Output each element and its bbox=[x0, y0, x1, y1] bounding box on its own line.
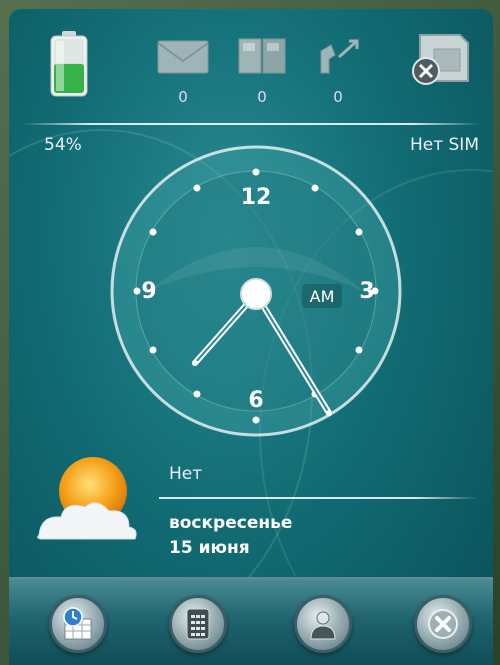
battery-icon[interactable] bbox=[49, 29, 89, 99]
close-icon bbox=[428, 609, 458, 639]
close-button[interactable] bbox=[414, 595, 472, 653]
voicemail-icon[interactable] bbox=[233, 33, 291, 81]
message-count: 0 bbox=[178, 88, 188, 106]
voicemail-count: 0 bbox=[257, 88, 267, 106]
clock-ampm: AM bbox=[310, 287, 335, 306]
calendar-icon bbox=[63, 607, 92, 640]
weather-divider bbox=[159, 497, 479, 499]
weather-status: Нет bbox=[169, 464, 203, 484]
sim-status: Нет SIM bbox=[409, 135, 479, 155]
bottom-dock bbox=[9, 577, 493, 665]
clock-numeral-6: 6 bbox=[248, 388, 263, 413]
date: 15 июня bbox=[169, 538, 250, 558]
clock-numeral-3: 3 bbox=[359, 279, 374, 304]
clock-numeral-12: 12 bbox=[241, 185, 272, 210]
partly-cloudy-icon[interactable] bbox=[31, 449, 143, 549]
phone-button[interactable] bbox=[169, 595, 227, 653]
clock-numeral-9: 9 bbox=[141, 279, 156, 304]
phone-keypad-icon bbox=[186, 608, 210, 640]
contacts-icon bbox=[310, 611, 336, 640]
clock-center-cap bbox=[240, 278, 272, 310]
missed-call-icon[interactable] bbox=[309, 33, 367, 81]
status-divider bbox=[21, 123, 481, 125]
calendar-button[interactable] bbox=[49, 595, 107, 653]
status-bar: 0 0 0 bbox=[9, 9, 493, 119]
envelope-icon[interactable] bbox=[154, 33, 212, 81]
battery-percent: 54% bbox=[44, 135, 82, 155]
today-screen: 0 0 0 54% Нет SIM 12 3 6 9 AM Нет воскре… bbox=[9, 9, 493, 665]
missed-call-count: 0 bbox=[333, 88, 343, 106]
analog-clock[interactable]: 12 3 6 9 AM bbox=[107, 142, 405, 440]
contacts-button[interactable] bbox=[294, 595, 352, 653]
weekday: воскресенье bbox=[169, 513, 293, 533]
no-sim-icon[interactable] bbox=[404, 29, 474, 87]
